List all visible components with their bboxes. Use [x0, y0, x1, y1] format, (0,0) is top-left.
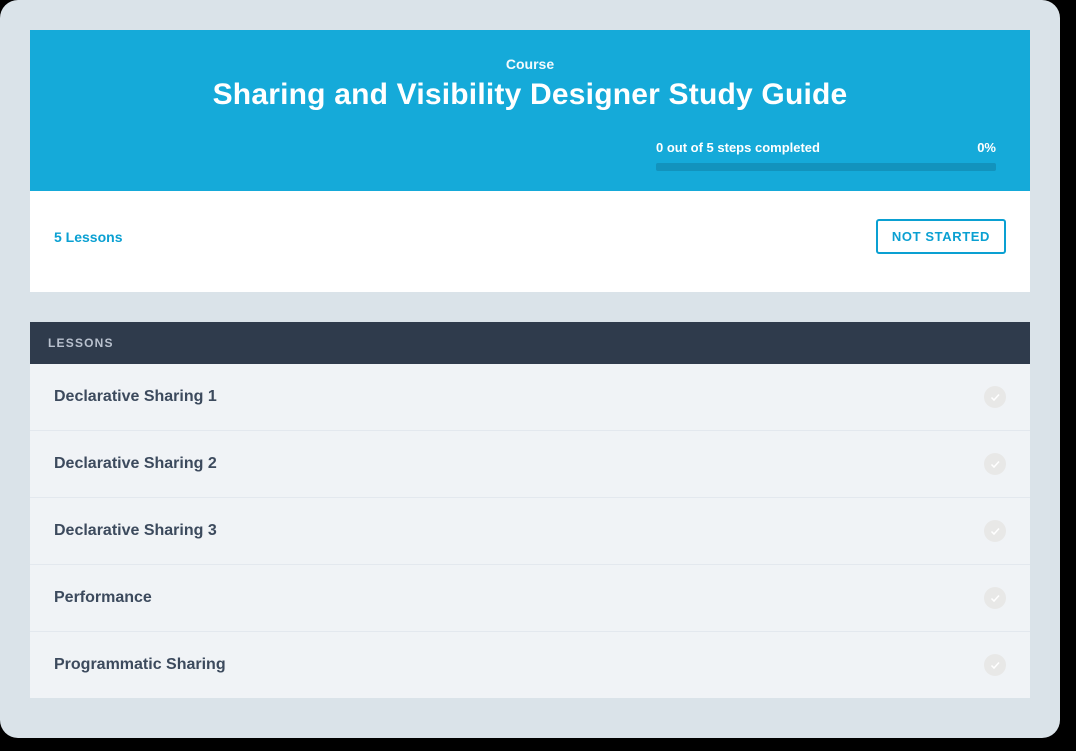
lesson-row[interactable]: Declarative Sharing 1 — [30, 364, 1030, 430]
progress-section: 0 out of 5 steps completed 0% — [656, 140, 996, 171]
progress-percent-text: 0% — [977, 140, 996, 155]
lessons-block: LESSONS Declarative Sharing 1Declarative… — [30, 322, 1030, 698]
lesson-title: Declarative Sharing 3 — [54, 522, 217, 540]
course-kicker: Course — [60, 56, 1000, 72]
check-circle-icon — [984, 520, 1006, 542]
progress-labels: 0 out of 5 steps completed 0% — [656, 140, 996, 155]
lessons-list: Declarative Sharing 1 Declarative Sharing… — [30, 364, 1030, 698]
lesson-row[interactable]: Performance — [30, 564, 1030, 631]
check-circle-icon — [984, 386, 1006, 408]
lesson-row[interactable]: Programmatic Sharing — [30, 631, 1030, 698]
check-circle-icon — [984, 587, 1006, 609]
course-card: Course Sharing and Visibility Designer S… — [30, 30, 1030, 698]
course-header: Course Sharing and Visibility Designer S… — [30, 30, 1030, 191]
lessons-count: 5 Lessons — [54, 229, 122, 245]
lesson-title: Declarative Sharing 1 — [54, 388, 217, 406]
lessons-header: LESSONS — [30, 322, 1030, 364]
lesson-title: Programmatic Sharing — [54, 656, 226, 674]
lesson-row[interactable]: Declarative Sharing 3 — [30, 497, 1030, 564]
progress-steps-text: 0 out of 5 steps completed — [656, 140, 820, 155]
page-card: Course Sharing and Visibility Designer S… — [0, 0, 1060, 738]
check-circle-icon — [984, 654, 1006, 676]
progress-bar — [656, 163, 996, 171]
lesson-title: Performance — [54, 589, 152, 607]
lesson-row[interactable]: Declarative Sharing 2 — [30, 430, 1030, 497]
status-badge: NOT STARTED — [876, 219, 1006, 254]
check-circle-icon — [984, 453, 1006, 475]
course-title: Sharing and Visibility Designer Study Gu… — [60, 78, 1000, 112]
lesson-title: Declarative Sharing 2 — [54, 455, 217, 473]
status-row: 5 Lessons NOT STARTED — [30, 191, 1030, 292]
